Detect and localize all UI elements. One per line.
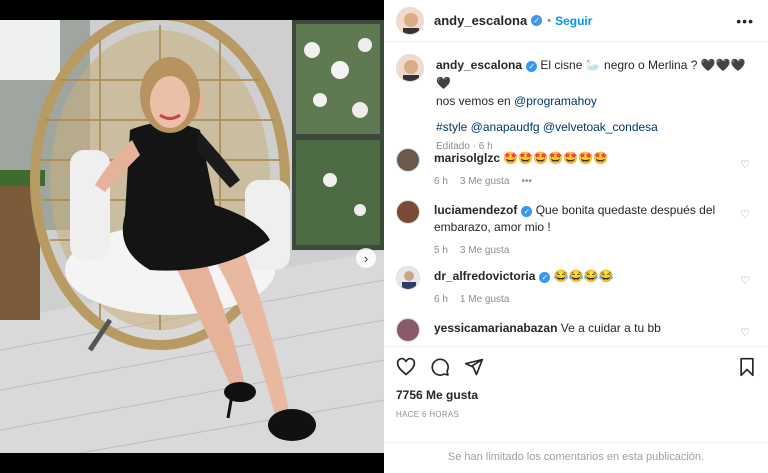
comment-username[interactable]: marisolglzc xyxy=(434,151,500,165)
verified-icon: ✓ xyxy=(526,61,538,72)
post-media: › xyxy=(0,0,384,473)
post-timestamp: HACE 6 HORAS xyxy=(396,410,460,419)
comment-likes[interactable]: 3 Me gusta xyxy=(460,242,509,259)
comment-body: luciamendezof ✓ Que bonita quedaste despu… xyxy=(434,202,734,259)
carousel-next-button[interactable]: › xyxy=(356,248,376,268)
comment-body: yessicamarianabazan Ve a cuidar a tu bb xyxy=(434,320,734,337)
comment-text: 🤩🤩🤩🤩🤩🤩🤩 xyxy=(503,151,608,165)
more-icon[interactable]: ••• xyxy=(736,13,754,29)
comment-username[interactable]: dr_alfredovictoria xyxy=(434,269,535,283)
comment-body: marisolglzc 🤩🤩🤩🤩🤩🤩🤩 6 h 3 Me gusta ••• xyxy=(434,150,734,190)
photo-illustration xyxy=(0,20,384,453)
caption-line2-prefix: nos vemos en xyxy=(436,94,515,108)
comment-time: 6 h xyxy=(434,294,448,305)
caption-text-block: andy_escalona ✓ El cisne 🦢 negro o Merlin… xyxy=(436,56,751,156)
comment-text: 😂😂😂😂 xyxy=(553,269,614,283)
author-username[interactable]: andy_escalona xyxy=(434,13,527,28)
post-actions: 7756 Me gusta HACE 6 HORAS xyxy=(384,346,768,442)
heart-icon[interactable] xyxy=(396,357,416,377)
comment-likes[interactable]: 1 Me gusta xyxy=(460,291,509,308)
caption-mention[interactable]: @programahoy xyxy=(514,94,597,108)
bookmark-icon[interactable] xyxy=(738,357,756,377)
chevron-right-icon: › xyxy=(363,250,369,266)
caption-username[interactable]: andy_escalona xyxy=(436,58,522,72)
follow-button[interactable]: Seguir xyxy=(555,14,592,28)
caption-avatar[interactable] xyxy=(396,54,424,82)
comment-time: 5 h xyxy=(434,245,448,256)
comment-likes[interactable]: 3 Me gusta xyxy=(460,173,509,190)
action-icons xyxy=(396,357,484,377)
commenter-avatar[interactable] xyxy=(396,318,420,342)
comment-heart-icon[interactable]: ♡ xyxy=(740,274,750,287)
comment-more-icon[interactable]: ••• xyxy=(521,173,532,190)
commenter-avatar[interactable] xyxy=(396,200,420,224)
separator-dot: • xyxy=(547,14,552,27)
verified-icon: ✓ xyxy=(521,206,533,217)
comment-text: Ve a cuidar a tu bb xyxy=(560,321,661,335)
commenter-avatar[interactable] xyxy=(396,266,420,290)
comment-item: yessicamarianabazan Ve a cuidar a tu bb … xyxy=(396,318,756,346)
verified-icon: ✓ xyxy=(531,15,543,26)
post-side-panel: andy_escalona ✓ • Seguir ••• andy_escalo… xyxy=(384,0,768,473)
comment-icon[interactable] xyxy=(430,357,450,377)
comment-username[interactable]: yessicamarianabazan xyxy=(434,321,557,335)
comment-item: dr_alfredovictoria ✓ 😂😂😂😂 6 h 1 Me gusta … xyxy=(396,266,756,310)
commenter-avatar[interactable] xyxy=(396,148,420,172)
likes-count[interactable]: 7756 Me gusta xyxy=(396,388,478,402)
comment-item: luciamendezof ✓ Que bonita quedaste despu… xyxy=(396,200,756,256)
comments-list[interactable]: andy_escalona ✓ El cisne 🦢 negro o Merlin… xyxy=(384,42,768,346)
comment-body: dr_alfredovictoria ✓ 😂😂😂😂 6 h 1 Me gusta xyxy=(434,268,734,308)
comment-time: 6 h xyxy=(434,176,448,187)
comment-meta: 5 h 3 Me gusta xyxy=(434,242,734,259)
comment-heart-icon[interactable]: ♡ xyxy=(740,208,750,221)
share-icon[interactable] xyxy=(464,357,484,377)
comment-heart-icon[interactable]: ♡ xyxy=(740,158,750,171)
comment-heart-icon[interactable]: ♡ xyxy=(740,326,750,339)
comment-meta: 6 h 1 Me gusta xyxy=(434,291,734,308)
caption-tags[interactable]: #style @anapaudfg @velvetoak_condesa xyxy=(436,120,658,134)
comment-meta: 6 h 3 Me gusta ••• xyxy=(434,173,734,190)
verified-icon: ✓ xyxy=(539,272,551,283)
post-header: andy_escalona ✓ • Seguir ••• xyxy=(384,0,768,42)
comment-item: marisolglzc 🤩🤩🤩🤩🤩🤩🤩 6 h 3 Me gusta ••• ♡ xyxy=(396,148,756,192)
post-photo[interactable]: › xyxy=(0,20,384,453)
author-avatar[interactable] xyxy=(396,6,424,35)
comment-username[interactable]: luciamendezof xyxy=(434,203,517,217)
comments-limited-notice: Se han limitado los comentarios en esta … xyxy=(384,442,768,473)
